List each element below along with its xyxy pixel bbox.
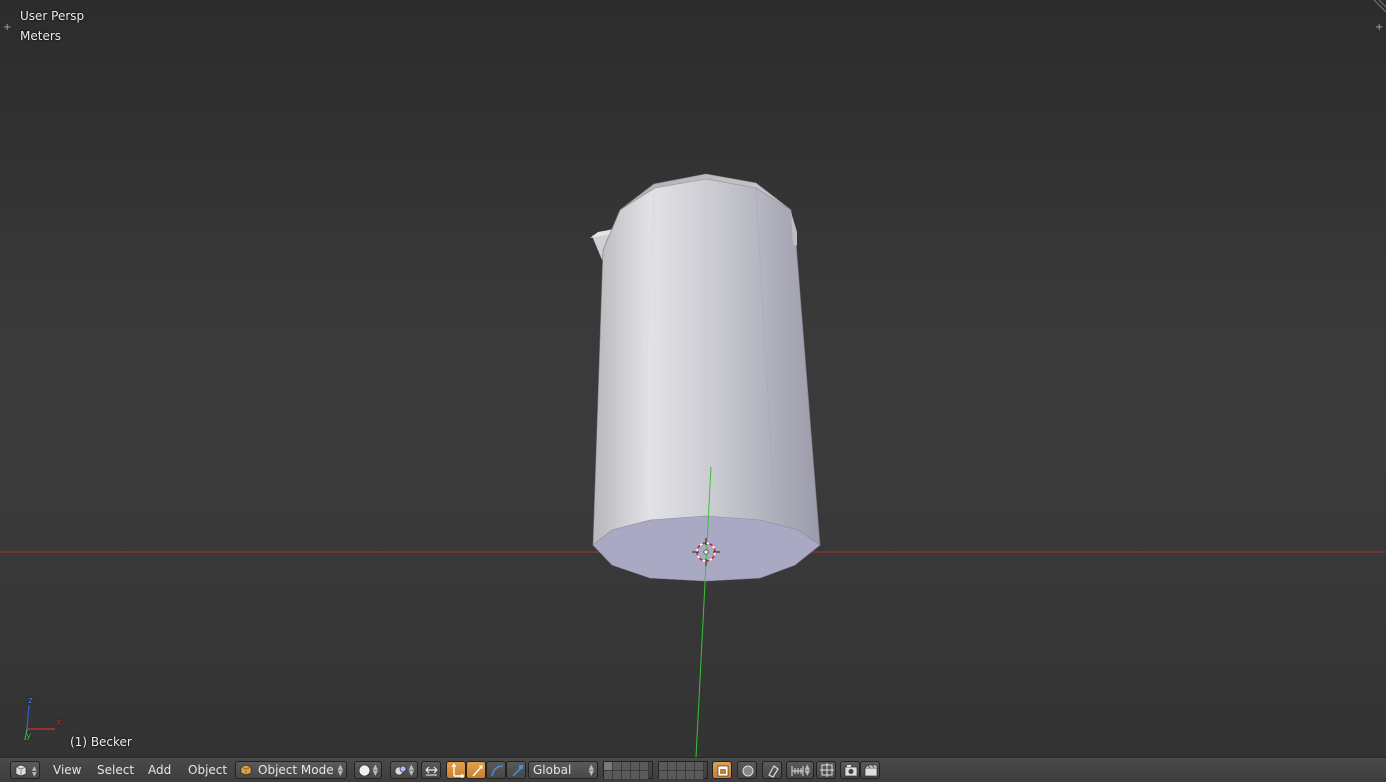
snap-element-dropdown[interactable]: ▲ ▼ xyxy=(786,761,814,779)
3d-viewport[interactable]: User Persp Meters (1) Becker x z y + + xyxy=(0,0,1386,757)
proportional-edit-icon xyxy=(742,765,754,777)
viewport-header: ▲ ▼ View Select Add Object Object Mode ▲… xyxy=(0,757,1386,782)
scale-icon xyxy=(512,765,523,777)
menu-add[interactable]: Add xyxy=(148,763,171,777)
transform-orientation-dropdown[interactable]: Global ▲ ▼ xyxy=(528,761,598,779)
updown-arrows-icon: ▲ ▼ xyxy=(337,763,343,777)
snap-toggle-button[interactable] xyxy=(762,761,782,779)
3d-view-cube-icon: ▲ ▼ xyxy=(15,764,37,778)
active-object-label: (1) Becker xyxy=(70,735,132,749)
orientation-label: Global xyxy=(533,763,572,777)
render-still-icon xyxy=(844,765,858,777)
gizmo-x-label: x xyxy=(56,718,62,728)
updown-arrows-icon: ▲ ▼ xyxy=(804,763,810,777)
viewport-shading-dropdown[interactable]: ▲ ▼ xyxy=(354,761,382,779)
render-animation-icon xyxy=(864,764,878,777)
rotate-manipulator-button[interactable] xyxy=(466,761,486,779)
snap-target-button[interactable] xyxy=(816,761,836,779)
area-split-right-icon[interactable]: + xyxy=(1375,23,1383,33)
gizmo-y-label: y xyxy=(26,731,32,741)
layers-grid-1[interactable] xyxy=(603,761,653,780)
mode-dropdown[interactable]: Object Mode ▲ ▼ xyxy=(235,761,347,779)
updown-arrows-icon: ▲ ▼ xyxy=(408,763,414,777)
rotate-manipulator-off-button[interactable] xyxy=(486,761,506,779)
mode-label: Object Mode xyxy=(258,763,334,777)
solid-sphere-icon xyxy=(358,764,371,777)
menu-select[interactable]: Select xyxy=(97,763,134,777)
gizmo-z-label: z xyxy=(28,696,33,706)
updown-arrows-icon: ▲ ▼ xyxy=(372,763,378,777)
svg-text:▼: ▼ xyxy=(32,771,37,778)
area-corner-drag-icon[interactable] xyxy=(1372,0,1386,14)
translate-manipulator-button[interactable] xyxy=(446,761,466,779)
jug-mesh[interactable] xyxy=(590,173,821,582)
rotate-icon xyxy=(472,765,483,777)
updown-arrows-icon: ▲ ▼ xyxy=(588,763,594,777)
units-label: Meters xyxy=(20,29,62,43)
snap-target-icon xyxy=(820,763,834,777)
scale-manipulator-button[interactable] xyxy=(506,761,526,779)
menu-view[interactable]: View xyxy=(53,763,81,777)
render-still-button[interactable] xyxy=(840,761,860,779)
render-animation-button[interactable] xyxy=(860,761,880,779)
lock-camera-icon xyxy=(717,765,729,777)
pivot-point-icon xyxy=(394,765,407,776)
area-split-left-icon[interactable]: + xyxy=(3,23,11,33)
lock-camera-button[interactable] xyxy=(712,761,732,779)
object-cube-icon xyxy=(240,764,252,776)
pivot-point-dropdown[interactable]: ▲ ▼ xyxy=(390,761,418,779)
manipulator-toggle-icon xyxy=(425,766,438,776)
layers-grid-2[interactable] xyxy=(658,761,708,780)
menu-object[interactable]: Object xyxy=(188,763,227,777)
editor-type-button[interactable]: ▲ ▼ xyxy=(10,761,40,779)
rotate-arc-icon xyxy=(491,765,504,777)
translate-icon xyxy=(451,763,464,778)
manipulator-toggle-button[interactable] xyxy=(421,761,441,779)
snap-icon xyxy=(768,765,779,778)
view-name-label: User Persp xyxy=(20,9,85,23)
3d-scene[interactable] xyxy=(0,0,1386,757)
snap-increment-icon xyxy=(791,766,804,776)
proportional-edit-button[interactable] xyxy=(737,761,757,779)
